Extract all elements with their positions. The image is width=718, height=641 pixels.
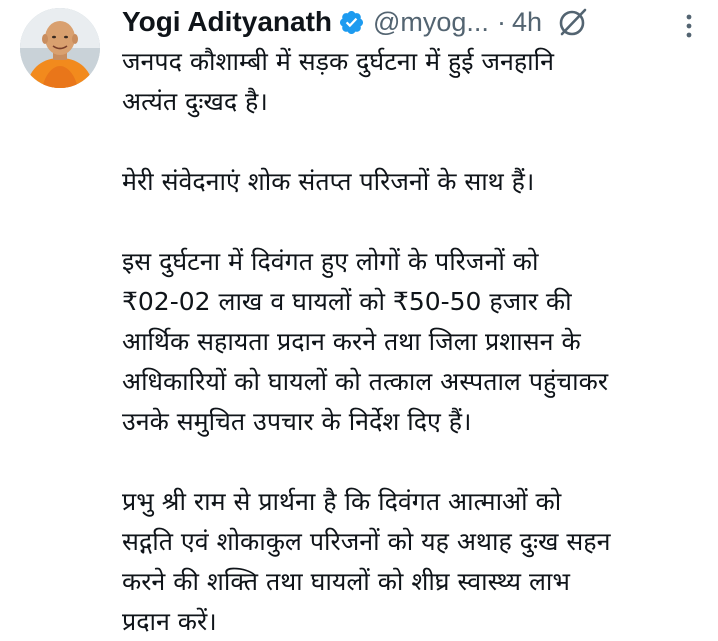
tweet[interactable]: Yogi Adityanath @myog... · 4h जनपद कौशाम… <box>0 0 718 641</box>
separator-dot: · <box>496 6 506 37</box>
author-name[interactable]: Yogi Adityanath <box>122 6 332 38</box>
tweet-header: Yogi Adityanath @myog... · 4h <box>122 2 698 42</box>
tweet-paragraph: प्रभु श्री राम से प्रार्थना है कि दिवंगत… <box>122 487 611 636</box>
tweet-paragraph: मेरी संवेदनाएं शोक संतप्त परिजनों के साथ… <box>122 167 535 196</box>
tweet-paragraph: इस दुर्घटना में दिवंगत हुए लोगों के परिज… <box>122 247 609 436</box>
verified-badge-icon <box>338 9 365 36</box>
avatar[interactable] <box>20 8 100 88</box>
avatar-image <box>20 8 100 88</box>
tweet-paragraph: जनपद कौशाम्बी में सड़क दुर्घटना में हुई … <box>122 47 555 116</box>
grok-icon[interactable] <box>556 5 590 39</box>
timestamp[interactable]: 4h <box>512 7 542 38</box>
more-options-icon[interactable] <box>682 12 696 42</box>
author-handle[interactable]: @myog... <box>373 7 489 38</box>
tweet-text: जनपद कौशाम्बी में सड़क दुर्घटना में हुई … <box>122 42 712 641</box>
